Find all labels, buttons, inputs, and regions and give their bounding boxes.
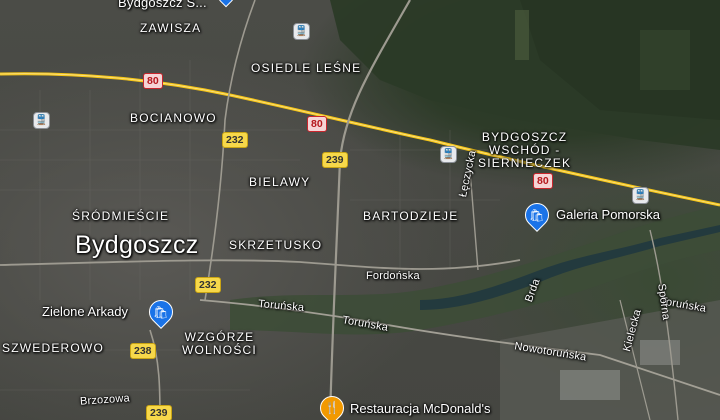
road-shield-238[interactable]: 238 xyxy=(130,343,156,359)
road-shield-232-a[interactable]: 232 xyxy=(222,132,248,148)
train-icon[interactable]: 🚆 xyxy=(632,187,649,204)
train-icon[interactable]: 🚆 xyxy=(33,112,50,129)
city-label[interactable]: Bydgoszcz xyxy=(75,233,199,258)
district-srodmiescie: ŚRÓDMIEŚCIE xyxy=(72,209,170,223)
satellite-map[interactable]: Bydgoszcz Ś... ZAWISZA OSIEDLE LEŚNE BOC… xyxy=(0,0,720,420)
district-bocianowo: BOCIANOWO xyxy=(130,111,217,125)
poi-galeria-pomorska[interactable]: Galeria Pomorska xyxy=(556,208,660,221)
road-shield-239-b[interactable]: 239 xyxy=(146,405,172,420)
road-shield-80-a[interactable]: 80 xyxy=(143,73,163,89)
district-bartodzieje: BARTODZIEJE xyxy=(363,209,459,223)
top-cut-label[interactable]: Bydgoszcz Ś... xyxy=(118,0,207,9)
district-szwederowo: SZWEDEROWO xyxy=(2,341,104,355)
district-wzgorze-wolnosci: WZGÓRZE WOLNOŚCI xyxy=(182,331,257,357)
poi-zielone-arkady[interactable]: Zielone Arkady xyxy=(42,305,128,318)
fork-knife-icon: 🍴 xyxy=(324,401,340,416)
train-icon[interactable]: 🚆 xyxy=(293,23,310,40)
road-shield-232-b[interactable]: 232 xyxy=(195,277,221,293)
district-zawisza: ZAWISZA xyxy=(140,21,202,35)
shopping-bag-icon: 🛍 xyxy=(153,305,169,320)
district-skrzetusko: SKRZETUSKO xyxy=(229,238,323,252)
road-shield-80-c[interactable]: 80 xyxy=(533,173,553,189)
district-bydgoszcz-wschod: BYDGOSZCZ WSCHÓD - SIERNIECZEK xyxy=(478,131,571,170)
district-wschod-line3: SIERNIECZEK xyxy=(478,156,572,170)
district-osiedle-lesne: OSIEDLE LEŚNE xyxy=(251,61,362,75)
train-icon[interactable]: 🚆 xyxy=(440,146,457,163)
poi-mcdonalds[interactable]: Restauracja McDonald's xyxy=(350,402,491,415)
district-bielawy: BIELAWY xyxy=(249,175,311,189)
shopping-bag-icon: 🛍 xyxy=(529,208,545,223)
street-fordonska: Fordońska xyxy=(366,270,420,282)
district-wzgorze-line2: WOLNOŚCI xyxy=(182,343,257,357)
road-shield-239-a[interactable]: 239 xyxy=(322,152,348,168)
road-shield-80-b[interactable]: 80 xyxy=(307,116,327,132)
